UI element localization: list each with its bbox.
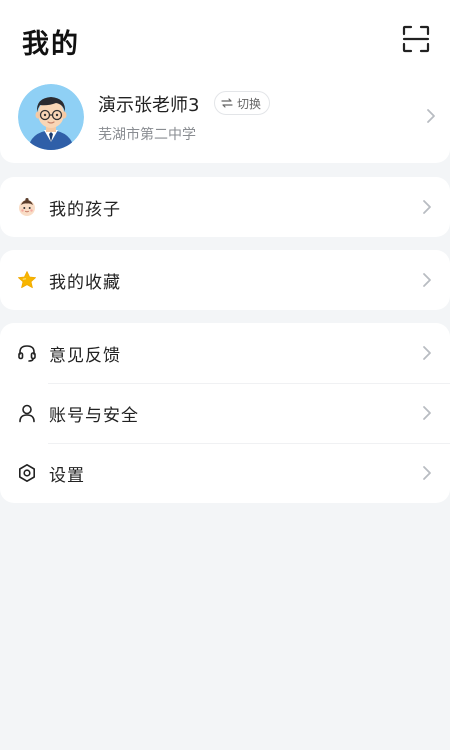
menu-item-my-children[interactable]: 我的孩子 bbox=[0, 177, 450, 237]
scan-button[interactable] bbox=[402, 25, 430, 53]
menu-item-feedback[interactable]: 意见反馈 bbox=[0, 323, 450, 383]
menu-item-label: 我的孩子 bbox=[49, 200, 121, 220]
menu-item-label: 意见反馈 bbox=[49, 346, 121, 366]
profile-row[interactable]: 演示张老师3 切换 芜湖市第二中学 bbox=[18, 84, 438, 150]
chevron-right-icon bbox=[423, 200, 431, 214]
switch-arrows-icon bbox=[221, 98, 233, 108]
child-face-icon bbox=[19, 198, 35, 216]
menu-item-label: 账号与安全 bbox=[49, 406, 139, 426]
menu-item-label: 我的收藏 bbox=[49, 273, 121, 293]
menu-item-account-security[interactable]: 账号与安全 bbox=[0, 383, 450, 443]
menu-card-system: 意见反馈 账号与安全 设置 bbox=[0, 323, 450, 503]
headset-icon bbox=[18, 345, 36, 362]
chevron-right-icon bbox=[427, 109, 435, 123]
menu-item-my-favorites[interactable]: 我的收藏 bbox=[0, 250, 450, 310]
chevron-right-icon bbox=[423, 273, 431, 287]
profile-header: 我的 演示张老师3 切换 芜湖市第二中学 bbox=[0, 0, 450, 163]
settings-hexagon-icon bbox=[19, 464, 35, 482]
menu-item-label: 设置 bbox=[49, 466, 85, 486]
scan-icon bbox=[402, 25, 430, 53]
school-name: 芜湖市第二中学 bbox=[98, 127, 196, 143]
star-icon bbox=[18, 271, 36, 289]
chevron-right-icon bbox=[423, 466, 431, 480]
menu-card-children: 我的孩子 bbox=[0, 177, 450, 237]
menu-card-favorites: 我的收藏 bbox=[0, 250, 450, 310]
chevron-right-icon bbox=[423, 406, 431, 420]
switch-role-button[interactable]: 切换 bbox=[214, 91, 271, 115]
chevron-right-icon bbox=[423, 346, 431, 360]
page-title: 我的 bbox=[22, 29, 80, 60]
teacher-avatar-icon bbox=[18, 84, 84, 150]
person-icon bbox=[19, 404, 35, 423]
user-name: 演示张老师3 bbox=[98, 95, 200, 116]
menu-item-settings[interactable]: 设置 bbox=[0, 443, 450, 503]
avatar bbox=[18, 84, 84, 150]
switch-label: 切换 bbox=[237, 96, 262, 111]
